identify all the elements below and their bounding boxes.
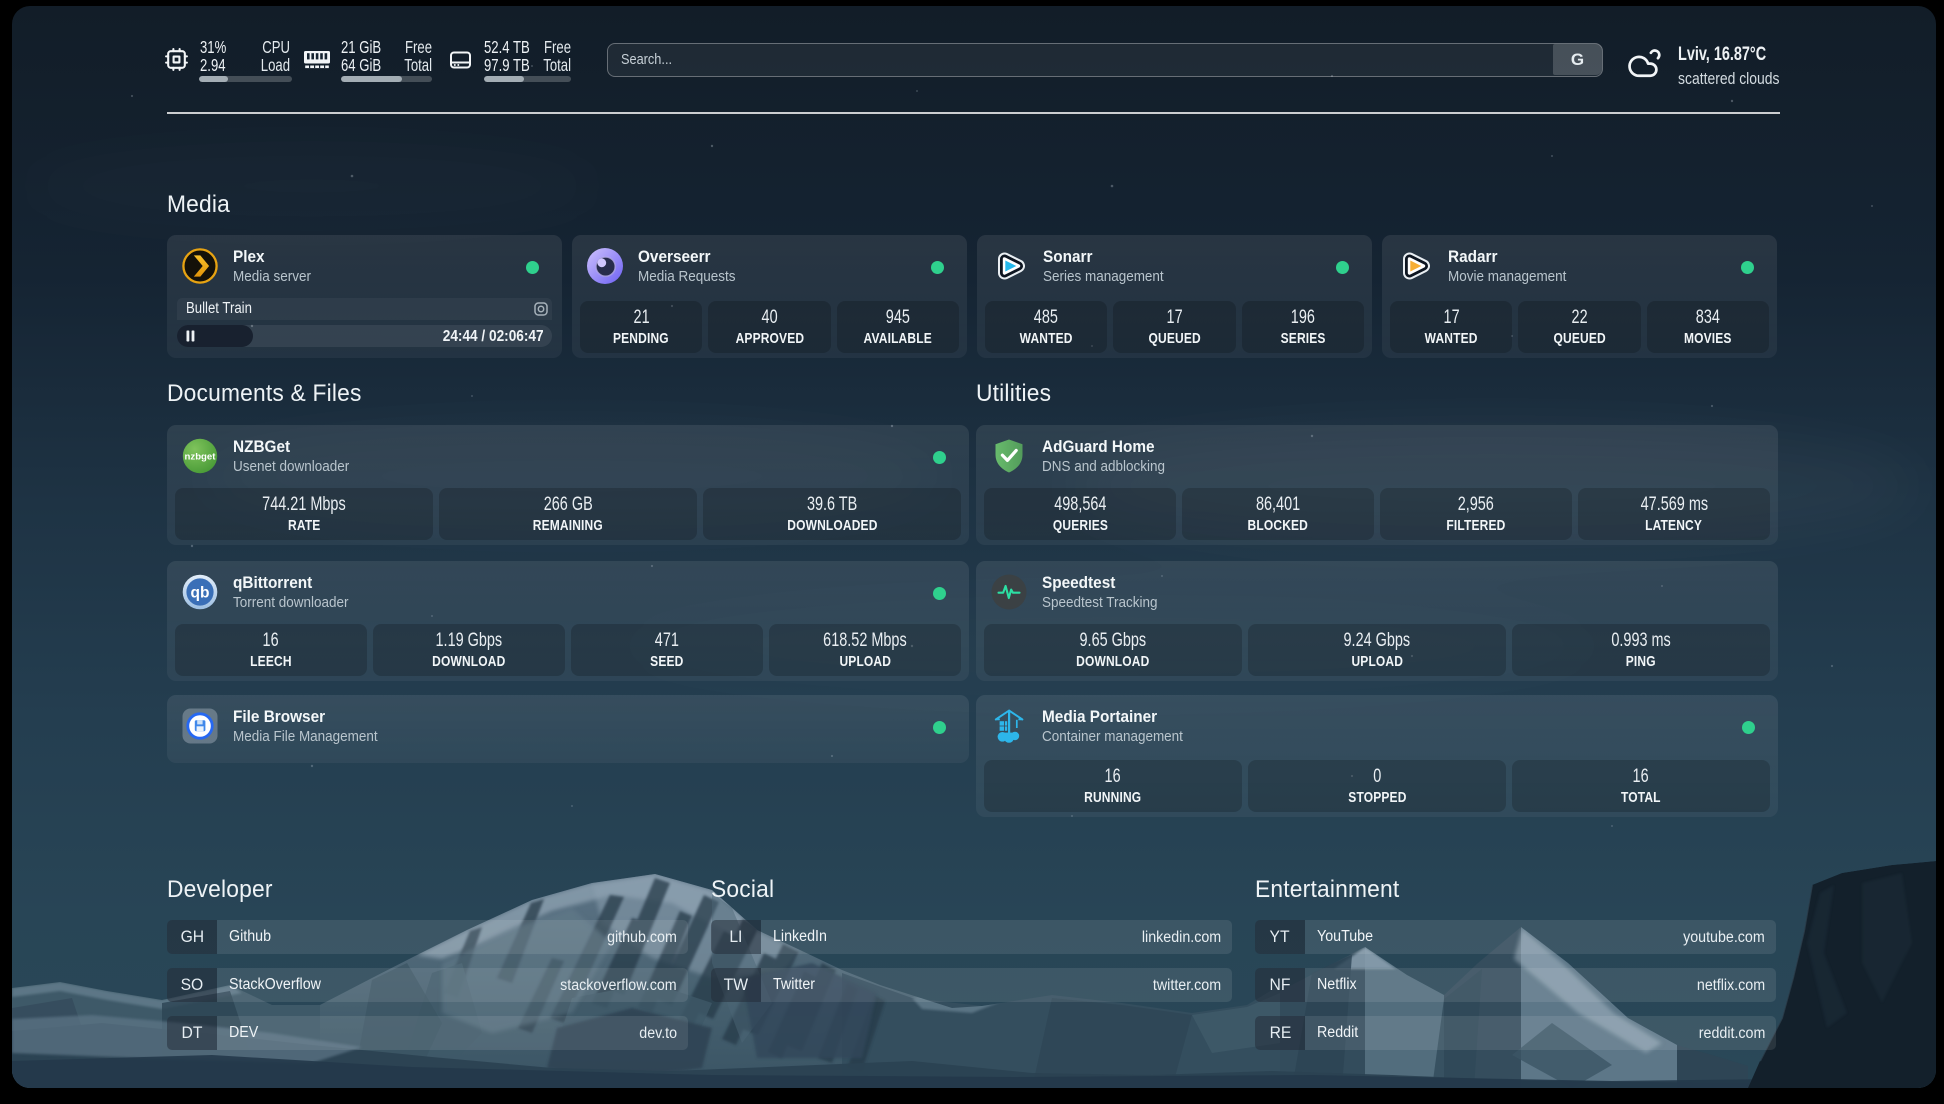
- svg-text:nzbget: nzbget: [185, 452, 217, 463]
- svg-text:qb: qb: [191, 584, 210, 601]
